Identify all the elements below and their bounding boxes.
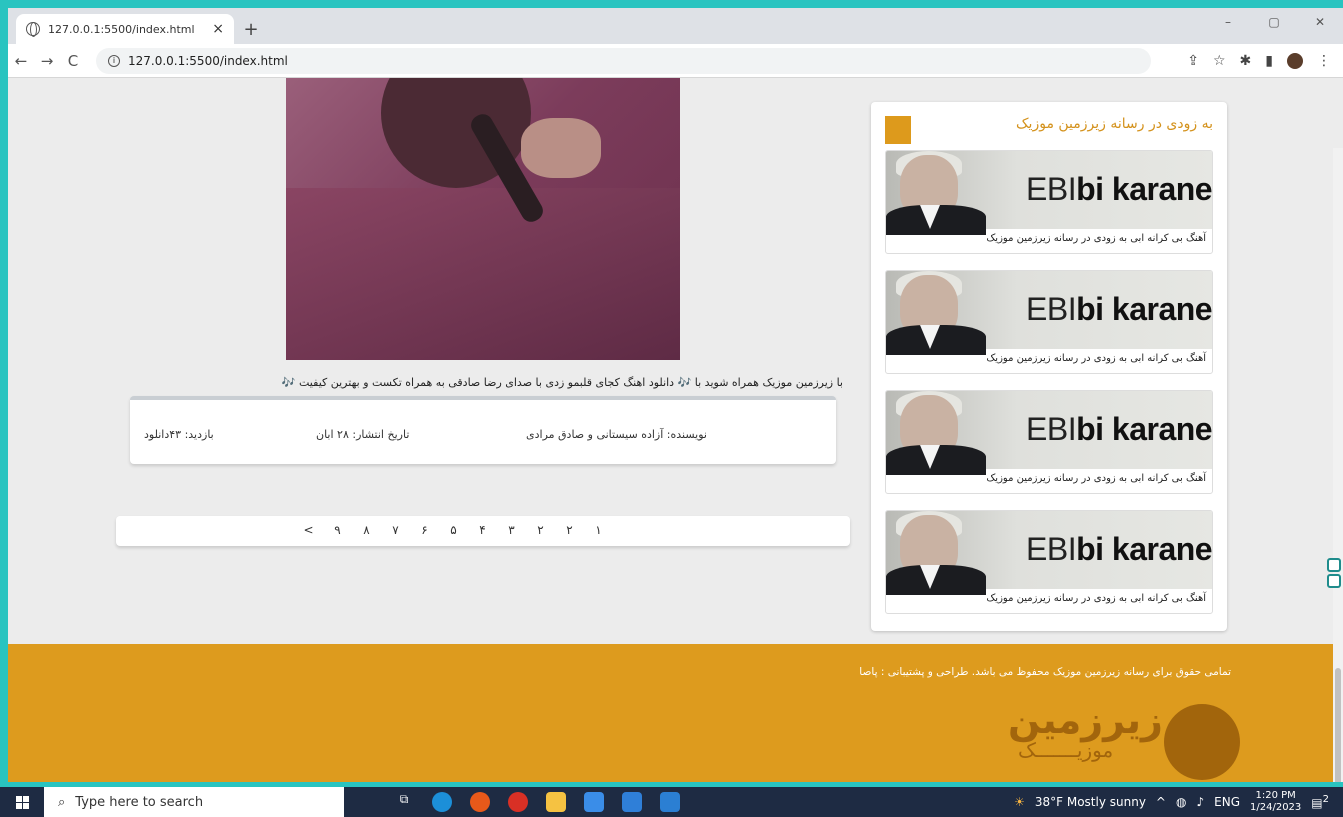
pinned-apps: ⧉ bbox=[394, 792, 680, 812]
tab-close-icon[interactable]: × bbox=[212, 21, 224, 37]
pagination-page[interactable]: ۴ bbox=[468, 523, 497, 537]
card-brand: EBIbi karane bbox=[1026, 291, 1213, 327]
browser-window: 127.0.0.1:5500/index.html × + – ▢ ✕ ← → … bbox=[8, 8, 1343, 782]
pagination-page[interactable]: ۷ bbox=[381, 523, 410, 537]
page-content: با زیرزمین موزیک همراه شوید با 🎶 دانلود … bbox=[8, 78, 1343, 782]
clock-time: 1:20 PM bbox=[1255, 790, 1296, 801]
info-icon[interactable]: i bbox=[108, 54, 120, 67]
sidebar-coming-soon: به زودی در رسانه زیرزمین موزیک EBIbi kar… bbox=[871, 102, 1227, 631]
card-image: EBIbi karane bbox=[886, 391, 1213, 475]
windows-taskbar: ⌕ Type here to search ⧉ ☀ 38°F Mostly su… bbox=[0, 787, 1343, 817]
extensions-icon[interactable]: ✱ bbox=[1240, 53, 1252, 69]
start-button[interactable] bbox=[0, 795, 44, 809]
pagination-page[interactable]: ۲ bbox=[555, 523, 584, 537]
card-brand: EBIbi karane bbox=[1026, 411, 1213, 447]
sidebar-card[interactable]: EBIbi karane آهنگ بی کرانه ابی به زودی در… bbox=[885, 510, 1213, 614]
network-icon[interactable]: ◍ bbox=[1176, 795, 1186, 809]
card-brand: EBIbi karane bbox=[1026, 531, 1213, 567]
firefox-icon[interactable] bbox=[470, 792, 490, 812]
post-meta-box: نویسنده: آزاده سیستانی و صادق مرادی تاری… bbox=[130, 396, 836, 464]
weather-icon[interactable]: ☀ bbox=[1014, 795, 1025, 809]
pagination-page[interactable]: ۹ bbox=[323, 523, 352, 537]
edge-extension-icons[interactable] bbox=[1327, 558, 1343, 590]
pagination-page[interactable]: ۳ bbox=[497, 523, 526, 537]
footer-copyright: تمامی حقوق برای رسانه زیرزمین موزیک محفو… bbox=[859, 666, 1231, 678]
volume-icon[interactable]: ♪ bbox=[1196, 795, 1204, 809]
system-tray: ☀ 38°F Mostly sunny ^ ◍ ♪ ENG 1:20 PM 1/… bbox=[1014, 790, 1343, 814]
new-tab-button[interactable]: + bbox=[240, 18, 262, 40]
maximize-button[interactable]: ▢ bbox=[1251, 8, 1297, 36]
menu-kebab-icon[interactable]: ⋮ bbox=[1317, 53, 1331, 69]
edge-icon[interactable] bbox=[432, 792, 452, 812]
post-views: بازدید: ۴۳دانلود bbox=[144, 428, 214, 441]
weather-text[interactable]: 38°F Mostly sunny bbox=[1035, 795, 1146, 809]
page-scrollbar[interactable] bbox=[1333, 148, 1343, 782]
pagination-page[interactable]: ۱ bbox=[584, 523, 613, 537]
window-controls: – ▢ ✕ bbox=[1205, 8, 1343, 36]
tab-strip: 127.0.0.1:5500/index.html × + – ▢ ✕ bbox=[8, 8, 1343, 44]
pagination-page[interactable]: ۸ bbox=[352, 523, 381, 537]
footer-logo-subtext: موزیـــــــک bbox=[1018, 738, 1114, 762]
bookmark-star-icon[interactable]: ☆ bbox=[1213, 53, 1226, 69]
tray-chevron-icon[interactable]: ^ bbox=[1156, 795, 1166, 809]
card-caption: آهنگ بی کرانه ابی به زودی در رسانه زیرزم… bbox=[986, 353, 1206, 364]
post-image bbox=[286, 78, 680, 360]
pagination-prev[interactable]: < bbox=[294, 523, 323, 537]
browser-toolbar: ← → C i 127.0.0.1:5500/index.html ⇪ ☆ ✱ … bbox=[8, 44, 1343, 78]
pagination-page[interactable]: ۵ bbox=[439, 523, 468, 537]
globe-icon bbox=[26, 22, 40, 37]
sidebar-card[interactable]: EBIbi karane آهنگ بی کرانه ابی به زودی در… bbox=[885, 390, 1213, 494]
vscode-icon[interactable] bbox=[660, 792, 680, 812]
task-view-icon[interactable]: ⧉ bbox=[394, 792, 414, 812]
card-image: EBIbi karane bbox=[886, 511, 1213, 595]
card-brand: EBIbi karane bbox=[1026, 171, 1213, 207]
language-indicator[interactable]: ENG bbox=[1214, 795, 1240, 809]
forward-button[interactable]: → bbox=[34, 52, 60, 70]
footer-logo-text: زیرزمین bbox=[1008, 698, 1163, 742]
share-icon[interactable]: ⇪ bbox=[1187, 53, 1199, 69]
close-window-button[interactable]: ✕ bbox=[1297, 8, 1343, 36]
store-icon[interactable] bbox=[584, 792, 604, 812]
search-placeholder: Type here to search bbox=[75, 794, 204, 810]
url-text: 127.0.0.1:5500/index.html bbox=[128, 53, 288, 68]
card-caption: آهنگ بی کرانه ابی به زودی در رسانه زیرزم… bbox=[986, 233, 1206, 244]
pagination: <۹ ۸ ۷ ۶ ۵ ۴ ۳ ۲ ۲ ۱ bbox=[116, 516, 850, 546]
clock-date: 1/24/2023 bbox=[1250, 802, 1302, 813]
sidebar-card[interactable]: EBIbi karane آهنگ بی کرانه ابی به زودی در… bbox=[885, 270, 1213, 374]
back-button[interactable]: ← bbox=[8, 52, 34, 70]
post-description: با زیرزمین موزیک همراه شوید با 🎶 دانلود … bbox=[281, 376, 843, 389]
profile-avatar[interactable] bbox=[1287, 52, 1303, 69]
reload-button[interactable]: C bbox=[60, 52, 86, 70]
file-explorer-icon[interactable] bbox=[546, 792, 566, 812]
card-image: EBIbi karane bbox=[886, 271, 1213, 355]
pagination-page[interactable]: ۲ bbox=[526, 523, 555, 537]
card-caption: آهنگ بی کرانه ابی به زودی در رسانه زیرزم… bbox=[986, 593, 1206, 604]
sidebar-title: به زودی در رسانه زیرزمین موزیک bbox=[1016, 116, 1213, 132]
footer: تمامی حقوق برای رسانه زیرزمین موزیک محفو… bbox=[8, 644, 1343, 782]
chrome-icon[interactable] bbox=[508, 792, 528, 812]
mail-icon[interactable] bbox=[622, 792, 642, 812]
tab-active[interactable]: 127.0.0.1:5500/index.html × bbox=[16, 14, 234, 44]
post-date: تاریخ انتشار: ۲۸ ابان bbox=[316, 428, 410, 441]
footer-logo-icon bbox=[1164, 704, 1240, 780]
sidebar-card[interactable]: EBIbi karane آهنگ بی کرانه ابی به زودی در… bbox=[885, 150, 1213, 254]
post-author: نویسنده: آزاده سیستانی و صادق مرادی bbox=[526, 428, 707, 441]
clock[interactable]: 1:20 PM 1/24/2023 bbox=[1250, 790, 1301, 814]
minimize-button[interactable]: – bbox=[1205, 8, 1251, 36]
toolbar-actions: ⇪ ☆ ✱ ▮ ⋮ bbox=[1187, 52, 1343, 69]
sidebar-accent-square bbox=[885, 116, 911, 144]
card-image: EBIbi karane bbox=[886, 151, 1213, 235]
tab-title: 127.0.0.1:5500/index.html bbox=[48, 22, 195, 36]
address-bar[interactable]: i 127.0.0.1:5500/index.html bbox=[96, 47, 1151, 74]
search-icon: ⌕ bbox=[58, 794, 66, 810]
card-caption: آهنگ بی کرانه ابی به زودی در رسانه زیرزم… bbox=[986, 473, 1206, 484]
notification-icon[interactable]: ▤2 bbox=[1311, 794, 1329, 810]
pagination-page[interactable]: ۶ bbox=[410, 523, 439, 537]
sidepanel-icon[interactable]: ▮ bbox=[1265, 53, 1273, 69]
taskbar-search[interactable]: ⌕ Type here to search bbox=[44, 787, 344, 817]
